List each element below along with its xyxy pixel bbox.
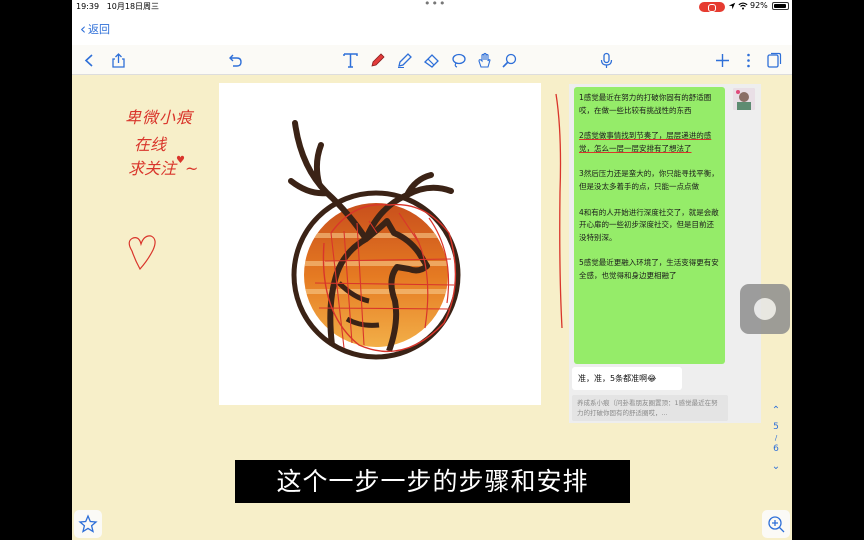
hand-icon[interactable] [476,52,493,69]
location-icon [728,2,736,9]
chat-message-4: 4和有的人开始进行深度社交了，就是会敞开心扉的一些初步深度社交，但是目前还没特别… [579,207,719,242]
chat-quote: 养成系小痕（问卦看朋友圈置顶：1感觉最近在努力的打破你固有的舒适圈哎，... [572,395,728,421]
screen-record-icon[interactable] [699,2,725,12]
lasso-icon[interactable] [450,52,467,69]
microphone-icon[interactable] [598,52,615,69]
chat-message-2: 2感觉做事情找到节奏了，层层递进的感觉，怎么一层一层安排有了想法了 [579,131,712,153]
chat-screenshot[interactable]: 1感觉最近在努力的打破你固有的舒适圈哎，在做一些比较有挑战性的东西 2感觉做事情… [569,84,761,423]
page-up-icon[interactable]: ⌃ [768,405,784,416]
page-total: 6 [773,444,779,454]
zoom-button[interactable] [762,510,790,538]
chat-message-3: 3然后压力还是蛮大的，你只能寻找平衡，但是没太多着手的点，只能一点点做 [579,169,719,191]
pen-icon[interactable] [369,52,386,69]
chevron-left-icon: ‹ [80,20,86,38]
chat-message-5: 5感觉最近更融入环境了，生活变得更有安全感，也觉得和身边更相融了 [579,258,719,280]
magic-icon[interactable] [501,52,518,69]
star-icon [78,514,98,533]
notes-toolbar [72,45,792,75]
bracket-annotation [555,93,563,329]
page-down-icon[interactable]: ⌄ [768,461,784,472]
status-bar: 19:39 10月18日周三 ••• 92% [72,0,792,13]
deer-logo-image[interactable] [219,83,541,405]
multitask-dots-icon[interactable]: ••• [424,0,446,10]
ipad-screen: 19:39 10月18日周三 ••• 92% ‹ 返回 卑微小痕 在线 求关注♥… [72,0,792,540]
text-icon[interactable] [342,52,359,69]
plus-icon[interactable] [714,52,731,69]
status-date: 10月18日周三 [106,2,160,11]
more-icon[interactable] [740,52,757,69]
battery-icon [771,1,789,10]
share-icon[interactable] [110,52,127,69]
chat-reply-bubble: 准，准，5条都准啊😂 [572,367,682,390]
back-button[interactable]: ‹ 返回 [80,21,110,37]
status-right: 92% [728,1,790,10]
undo-icon[interactable] [226,52,243,69]
video-subtitle: 这个一步一步的步骤和安排 [235,460,630,503]
handwritten-line-3: 求关注♥~ [128,155,199,178]
wifi-icon [738,2,748,9]
highlighter-icon[interactable] [396,52,413,69]
zoom-in-icon [768,516,785,533]
battery-percent: 92% [750,1,768,10]
assistive-touch-button[interactable] [740,284,790,334]
heart-doodle-icon [128,235,156,271]
chat-bubble-green: 1感觉最近在努力的打破你固有的舒适圈哎，在做一些比较有挑战性的东西 2感觉做事情… [574,87,725,364]
handwritten-line-1: 卑微小痕 [125,108,194,127]
avatar [733,88,755,110]
page-indicator: ⌃ 5 / 6 ⌄ [768,405,784,472]
eraser-icon[interactable] [423,52,440,69]
chat-message-1: 1感觉最近在努力的打破你固有的舒适圈哎，在做一些比较有挑战性的东西 [579,93,712,115]
page-current: 5 [773,422,779,432]
nav-bar: ‹ 返回 [72,13,792,45]
status-time: 19:39 10月18日周三 [76,2,160,11]
note-canvas[interactable]: 卑微小痕 在线 求关注♥~ 1感觉最近在努力的打破你固有的舒适圈哎，在做一些比较… [72,76,792,540]
handwritten-line-2: 在线 [134,135,167,154]
pages-icon[interactable] [765,52,782,69]
back-label: 返回 [88,23,110,36]
chevron-left-icon[interactable] [81,52,98,69]
favorite-button[interactable] [74,510,102,538]
page-separator: / [774,434,778,442]
